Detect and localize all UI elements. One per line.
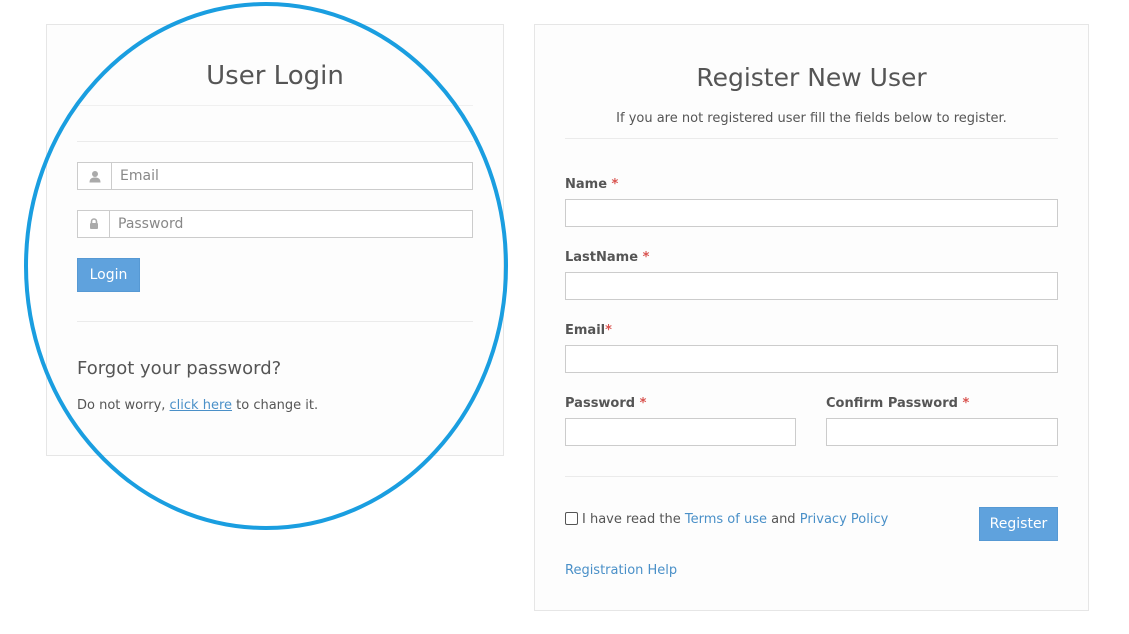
register-email-label: Email* [565, 323, 612, 338]
lastname-input[interactable] [565, 272, 1058, 300]
confirm-password-input[interactable] [826, 418, 1058, 446]
register-header-divider [565, 138, 1058, 139]
name-label: Name * [565, 177, 618, 192]
email-input[interactable] [112, 163, 472, 189]
confirm-password-required-marker: * [962, 396, 970, 411]
forgot-text-suffix: to change it. [232, 398, 319, 413]
register-email-label-text: Email [565, 323, 606, 338]
lastname-label-text: LastName [565, 250, 639, 265]
register-password-input[interactable] [565, 418, 796, 446]
register-panel: Register New User If you are not registe… [534, 24, 1089, 611]
terms-of-use-link[interactable]: Terms of use [685, 512, 767, 527]
terms-prefix: I have read the [582, 512, 685, 527]
terms-text: I have read the Terms of use and Privacy… [582, 512, 888, 527]
confirm-password-label-text: Confirm Password [826, 396, 958, 411]
forgot-password-link[interactable]: click here [170, 398, 232, 413]
forgot-text-prefix: Do not worry, [77, 398, 170, 413]
register-password-label-text: Password [565, 396, 636, 411]
terms-checkbox[interactable] [565, 512, 578, 525]
confirm-password-label: Confirm Password * [826, 396, 969, 411]
name-label-text: Name [565, 177, 608, 192]
login-title: User Login [206, 61, 344, 91]
login-form-divider-bottom [77, 321, 473, 322]
lock-icon [78, 211, 110, 237]
register-email-required-marker: * [605, 323, 612, 338]
user-icon [78, 163, 112, 189]
register-password-label: Password * [565, 396, 646, 411]
name-required-marker: * [611, 177, 619, 192]
privacy-policy-link[interactable]: Privacy Policy [800, 512, 889, 527]
password-input-group [77, 210, 473, 238]
forgot-password-title: Forgot your password? [77, 358, 282, 379]
register-title: Register New User [696, 63, 927, 92]
register-form-divider [565, 476, 1058, 477]
terms-middle: and [766, 512, 800, 527]
registration-help-link[interactable]: Registration Help [565, 563, 677, 578]
login-button[interactable]: Login [77, 258, 140, 292]
forgot-password-text: Do not worry, click here to change it. [77, 398, 318, 413]
password-input[interactable] [110, 211, 472, 237]
register-password-required-marker: * [639, 396, 647, 411]
email-input-group [77, 162, 473, 190]
lastname-required-marker: * [642, 250, 650, 265]
register-subtitle: If you are not registered user fill the … [616, 111, 1007, 126]
login-title-divider [77, 105, 473, 106]
name-input[interactable] [565, 199, 1058, 227]
login-form-divider-top [77, 141, 473, 142]
login-panel: User Login Login Forgot your password? D… [46, 24, 504, 456]
register-button[interactable]: Register [979, 507, 1058, 541]
register-email-input[interactable] [565, 345, 1058, 373]
lastname-label: LastName * [565, 250, 649, 265]
